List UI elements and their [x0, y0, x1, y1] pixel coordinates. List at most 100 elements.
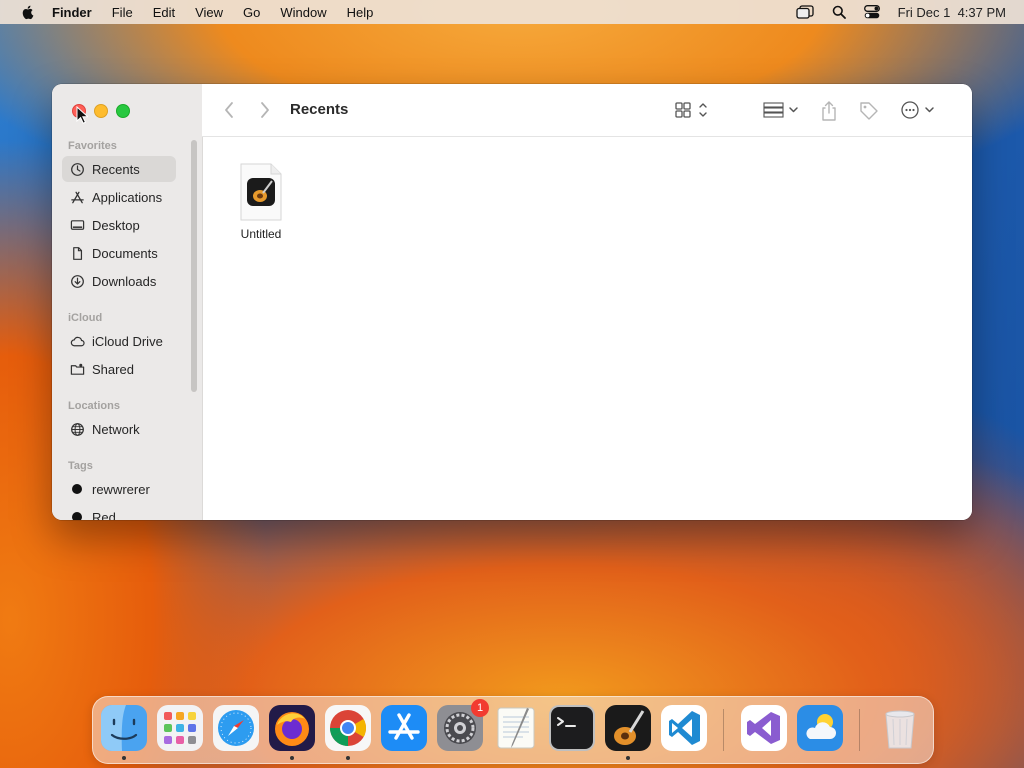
minimize-button[interactable]: [94, 104, 108, 118]
sidebar-item-shared[interactable]: Shared: [62, 356, 176, 382]
finder-icon: [101, 705, 147, 751]
sidebar-item-downloads[interactable]: Downloads: [62, 268, 176, 294]
back-chevron-icon[interactable]: [222, 100, 236, 120]
menu-help[interactable]: Help: [347, 5, 374, 20]
dock-textedit[interactable]: [493, 705, 539, 751]
sidebar: Favorites Recents Applications Desktop D…: [52, 84, 203, 520]
trash-icon: [885, 710, 915, 749]
garageband-document-icon: [239, 163, 283, 221]
dock-finder[interactable]: [101, 705, 147, 760]
clock-icon: [71, 162, 84, 176]
sidebar-item-label: Desktop: [92, 217, 140, 233]
textedit-icon: [497, 707, 535, 749]
running-indicator: [626, 756, 630, 760]
garageband-icon: [605, 705, 651, 751]
forward-chevron-icon[interactable]: [258, 100, 272, 120]
sidebar-section-icloud: iCloud: [68, 312, 103, 324]
file-name: Untitled: [240, 227, 282, 241]
safari-icon: [213, 705, 259, 751]
menu-file[interactable]: File: [112, 5, 133, 20]
window-title: Recents: [290, 101, 349, 118]
dock-vscode[interactable]: [661, 705, 707, 751]
spotlight-search-icon[interactable]: [832, 5, 846, 19]
finder-window: Favorites Recents Applications Desktop D…: [52, 84, 972, 520]
notification-badge: 1: [471, 699, 489, 717]
firefox-icon: [269, 705, 315, 751]
dock-chrome[interactable]: [325, 705, 371, 760]
sidebar-item-icloud-drive[interactable]: iCloud Drive: [62, 328, 176, 354]
tag-dot-icon: [72, 484, 82, 494]
weather-icon: [797, 705, 843, 751]
dock-firefox[interactable]: [269, 705, 315, 760]
dock-weather[interactable]: [797, 705, 843, 751]
desktop-icon: [70, 219, 85, 230]
sidebar-scrollbar[interactable]: [191, 140, 197, 392]
sidebar-item-applications[interactable]: Applications: [62, 184, 176, 210]
file-item[interactable]: Untitled: [231, 163, 291, 241]
sidebar-item-label: Shared: [92, 361, 134, 377]
dock-app-store[interactable]: [381, 705, 427, 751]
apple-menu-icon[interactable]: [20, 4, 36, 20]
dock-trash[interactable]: [877, 705, 923, 751]
sidebar-item-label: Downloads: [92, 273, 157, 289]
launchpad-icon: [157, 705, 203, 751]
menu-view[interactable]: View: [195, 5, 223, 20]
running-indicator: [290, 756, 294, 760]
applications-icon: [71, 191, 84, 203]
more-actions-icon[interactable]: [900, 100, 938, 120]
sidebar-item-label: Red: [92, 509, 116, 521]
sidebar-item-recents[interactable]: Recents: [62, 156, 176, 182]
group-by-icon[interactable]: [762, 100, 802, 120]
control-center-icon[interactable]: [863, 5, 880, 19]
dock-system-settings[interactable]: 1: [437, 699, 489, 751]
sidebar-section-tags: Tags: [68, 460, 93, 472]
cloud-icon: [70, 336, 85, 346]
menu-bar: Finder File Edit View Go Window Help Fri…: [0, 0, 1024, 24]
document-icon: [73, 246, 83, 260]
dock-visual-studio[interactable]: [741, 705, 787, 751]
menu-clock[interactable]: Fri Dec 1 4:37 PM: [898, 5, 1006, 20]
terminal-icon: [549, 705, 595, 751]
dock-safari[interactable]: [213, 705, 259, 751]
tag-icon[interactable]: [858, 100, 880, 122]
vscode-icon: [661, 705, 707, 751]
sidebar-item-desktop[interactable]: Desktop: [62, 212, 176, 238]
running-indicator: [122, 756, 126, 760]
sidebar-item-tag-red[interactable]: Red: [62, 504, 176, 520]
chrome-icon: [325, 705, 371, 751]
dock-launchpad[interactable]: [157, 705, 203, 751]
shared-folder-icon: [70, 363, 85, 375]
menu-window[interactable]: Window: [280, 5, 326, 20]
mouse-cursor-icon: [76, 106, 88, 124]
sidebar-item-network[interactable]: Network: [62, 416, 176, 442]
sidebar-section-locations: Locations: [68, 400, 120, 412]
file-browser-area[interactable]: Untitled: [203, 137, 972, 520]
dock-separator: [723, 709, 724, 751]
dock: 1: [92, 696, 934, 764]
dock-terminal[interactable]: [549, 705, 595, 751]
sidebar-item-label: Network: [92, 421, 140, 437]
visual-studio-icon: [741, 705, 787, 751]
download-icon: [71, 274, 84, 288]
dock-separator: [859, 709, 860, 751]
sidebar-item-label: Documents: [92, 245, 158, 261]
maximize-button[interactable]: [116, 104, 130, 118]
menu-go[interactable]: Go: [243, 5, 260, 20]
tag-dot-icon: [72, 512, 82, 520]
icon-view-toggle-icon[interactable]: [674, 100, 710, 120]
sidebar-item-label: Recents: [92, 161, 140, 177]
sidebar-item-label: Applications: [92, 189, 163, 205]
running-indicator: [346, 756, 350, 760]
sidebar-item-tag-rewwrerer[interactable]: rewwrerer: [62, 476, 176, 502]
sidebar-item-label: iCloud Drive: [92, 333, 163, 349]
app-store-icon: [381, 705, 427, 751]
sidebar-section-favorites: Favorites: [68, 140, 117, 152]
stage-manager-icon[interactable]: [795, 5, 814, 19]
dock-garageband[interactable]: [605, 705, 651, 760]
globe-icon: [71, 422, 84, 436]
menu-edit[interactable]: Edit: [153, 5, 175, 20]
toolbar: Recents: [202, 84, 972, 137]
share-icon[interactable]: [820, 100, 838, 122]
sidebar-item-documents[interactable]: Documents: [62, 240, 176, 266]
menu-app-name[interactable]: Finder: [52, 5, 92, 20]
